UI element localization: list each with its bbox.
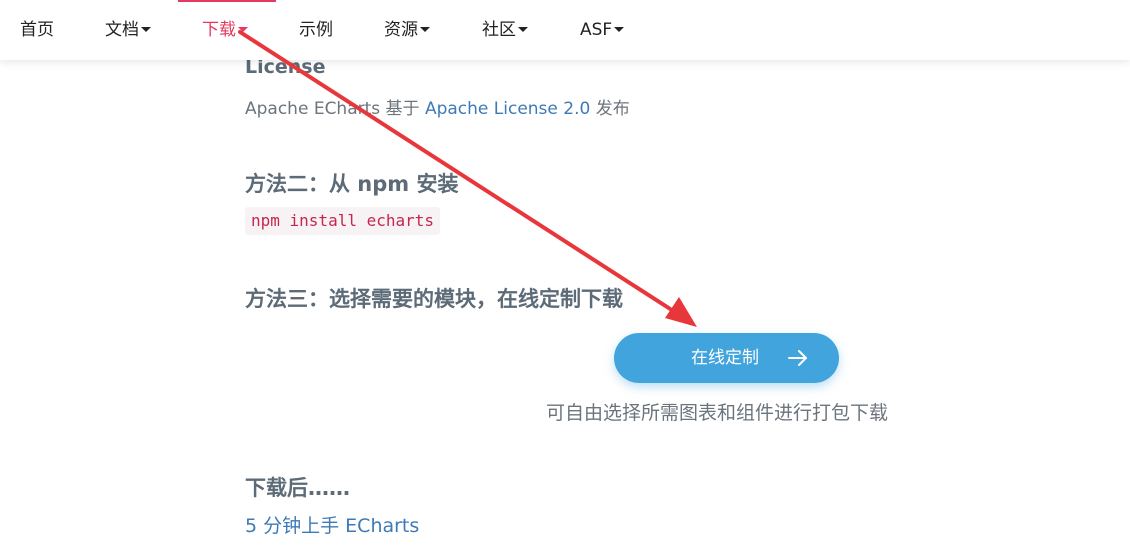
method2-heading: 方法二：从 npm 安装 — [245, 172, 459, 196]
annotation-arrow — [238, 30, 697, 327]
npm-install-code: npm install echarts — [245, 207, 441, 235]
nav-docs[interactable]: 文档 — [105, 0, 151, 60]
nav-examples-label: 示例 — [299, 20, 333, 40]
page: 首页 文档 下载 示例 资源 社区 ASF License Apache ECh… — [0, 0, 1130, 553]
license-text: Apache ECharts 基于 Apache License 2.0 发布 — [245, 94, 630, 119]
arrow-right-icon — [788, 350, 807, 366]
nav-docs-label: 文档 — [105, 20, 139, 40]
nav-download[interactable]: 下载 — [178, 0, 276, 60]
nav-asf[interactable]: ASF — [580, 0, 625, 60]
nav-asf-label: ASF — [580, 20, 613, 40]
online-customize-description: 可自由选择所需图表和组件进行打包下载 — [546, 402, 889, 424]
nav-home[interactable]: 首页 — [20, 0, 54, 60]
getting-started-link[interactable]: 5 分钟上手 ECharts — [245, 511, 419, 538]
caret-down-icon — [141, 26, 151, 32]
license-text-after: 发布 — [590, 99, 630, 119]
method3-heading: 方法三：选择需要的模块，在线定制下载 — [245, 287, 623, 311]
caret-down-icon — [420, 26, 430, 32]
nav-examples[interactable]: 示例 — [299, 0, 333, 60]
online-customize-button[interactable]: 在线定制 — [614, 333, 839, 383]
annotation-arrow-head — [665, 297, 697, 327]
online-customize-label: 在线定制 — [691, 348, 759, 368]
caret-down-icon — [518, 26, 528, 32]
nav-home-label: 首页 — [20, 20, 54, 40]
after-download-heading: 下载后…… — [245, 476, 350, 500]
apache-license-link[interactable]: Apache License 2.0 — [425, 99, 590, 119]
top-navbar: 首页 文档 下载 示例 资源 社区 ASF — [0, 0, 1130, 60]
nav-download-label: 下载 — [202, 20, 236, 40]
caret-down-icon — [238, 26, 248, 32]
nav-community[interactable]: 社区 — [482, 0, 528, 60]
nav-resources[interactable]: 资源 — [384, 0, 430, 60]
caret-down-icon — [614, 26, 625, 32]
nav-community-label: 社区 — [482, 20, 516, 40]
license-text-before: Apache ECharts 基于 — [245, 99, 425, 119]
nav-resources-label: 资源 — [384, 20, 418, 40]
